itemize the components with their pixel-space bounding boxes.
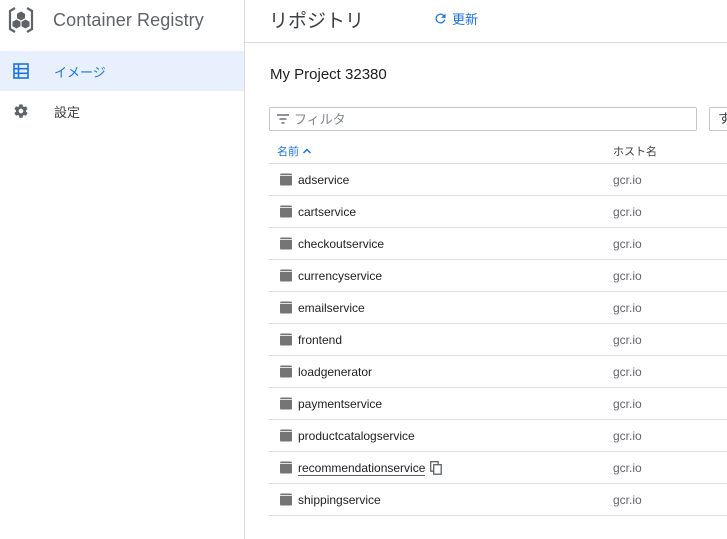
repository-name-link[interactable]: productcatalogservice: [298, 429, 415, 443]
repository-host: gcr.io: [613, 301, 642, 315]
repository-name-link[interactable]: currencyservice: [298, 269, 382, 283]
repository-host: gcr.io: [613, 333, 642, 347]
repository-host: gcr.io: [613, 397, 642, 411]
sidebar-item-label: イメージ: [54, 64, 106, 80]
repository-name-link[interactable]: shippingservice: [298, 493, 381, 507]
sidebar-item-settings[interactable]: 設定: [0, 91, 244, 131]
repository-name-link[interactable]: recommendationservice: [298, 461, 426, 476]
app-title: Container Registry: [53, 9, 204, 30]
repository-host: gcr.io: [613, 237, 642, 251]
column-header-host[interactable]: ホスト名: [613, 143, 657, 159]
table-row[interactable]: productcatalogservice gcr.io: [269, 420, 727, 452]
repository-icon: [280, 237, 292, 250]
repository-table: 名前 ホスト名 adservice gcr.io cartservice gcr.io…: [269, 139, 727, 516]
repository-icon: [280, 301, 292, 314]
repository-host: gcr.io: [613, 365, 642, 379]
refresh-icon: [435, 13, 446, 24]
sidebar: Container Registry イメージ 設定: [0, 0, 245, 539]
refresh-label: 更新: [452, 12, 479, 27]
table-row[interactable]: frontend gcr.io: [269, 324, 727, 356]
sidebar-item-label: 設定: [54, 104, 81, 120]
table-row[interactable]: paymentservice gcr.io: [269, 388, 727, 420]
project-title: My Project 32380: [270, 66, 387, 83]
filter-box[interactable]: [269, 107, 697, 131]
repository-name-link[interactable]: frontend: [298, 333, 342, 347]
repository-icon: [280, 333, 292, 346]
page-title: リポジトリ: [269, 11, 365, 32]
repository-icon: [280, 461, 292, 474]
table-row[interactable]: shippingservice gcr.io: [269, 484, 727, 516]
table-row[interactable]: recommendationservice gcr.io: [269, 452, 727, 484]
column-header-name[interactable]: 名前: [277, 143, 312, 159]
repository-icon: [280, 429, 292, 442]
repository-icon: [280, 365, 292, 378]
repository-name-link[interactable]: paymentservice: [298, 397, 382, 411]
gear-icon: [13, 103, 29, 119]
repository-name-link[interactable]: loadgenerator: [298, 365, 372, 379]
copy-icon[interactable]: [430, 461, 442, 475]
table-row[interactable]: adservice gcr.io: [269, 164, 727, 196]
refresh-button[interactable]: 更新: [433, 9, 478, 28]
filter-icon: [276, 113, 290, 125]
table-row[interactable]: checkoutservice gcr.io: [269, 228, 727, 260]
sidebar-item-images[interactable]: イメージ: [0, 51, 244, 91]
repository-icon: [280, 493, 292, 506]
repository-host: gcr.io: [613, 429, 642, 443]
top-bar: リポジトリ 更新: [245, 0, 727, 43]
repository-host: gcr.io: [613, 461, 642, 475]
table-header: 名前 ホスト名: [269, 139, 727, 164]
toolbar-extra-button[interactable]: す: [709, 107, 727, 131]
repository-icon: [280, 205, 292, 218]
sidebar-header: Container Registry: [0, 0, 244, 40]
table-row[interactable]: cartservice gcr.io: [269, 196, 727, 228]
repository-host: gcr.io: [613, 493, 642, 507]
repository-name-link[interactable]: checkoutservice: [298, 237, 384, 251]
repository-name-link[interactable]: adservice: [298, 173, 349, 187]
repository-host: gcr.io: [613, 205, 642, 219]
repository-icon: [280, 397, 292, 410]
table-row[interactable]: currencyservice gcr.io: [269, 260, 727, 292]
repository-name-link[interactable]: cartservice: [298, 205, 356, 219]
table-row[interactable]: loadgenerator gcr.io: [269, 356, 727, 388]
repository-icon: [280, 269, 292, 282]
container-registry-logo-icon[interactable]: [6, 5, 36, 35]
repository-icon: [280, 173, 292, 186]
repository-host: gcr.io: [613, 173, 642, 187]
filter-input[interactable]: [294, 111, 674, 127]
table-row[interactable]: emailservice gcr.io: [269, 292, 727, 324]
repository-name-link[interactable]: emailservice: [298, 301, 365, 315]
repository-host: gcr.io: [613, 269, 642, 283]
sort-ascending-icon: [302, 148, 312, 154]
grid-list-icon: [13, 63, 29, 79]
